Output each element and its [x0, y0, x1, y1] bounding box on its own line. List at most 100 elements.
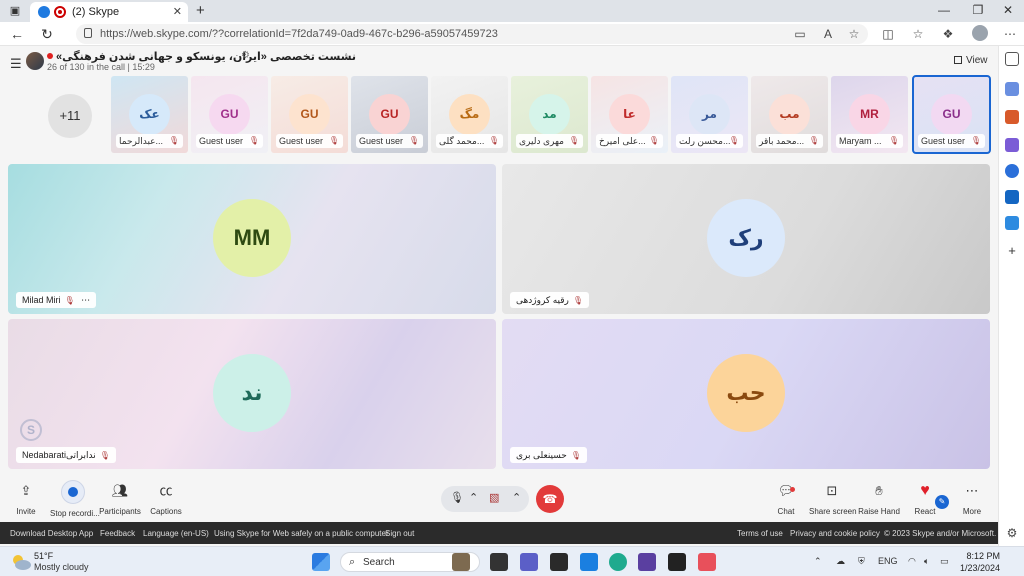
- mic-muted-icon: 🎙︎: [970, 136, 981, 145]
- mic-muted-icon: 🎙︎: [99, 451, 110, 460]
- participant-thumbnail[interactable]: مب محمد باقر... 🎙︎: [751, 76, 828, 153]
- tray-chevron-icon[interactable]: ⌃: [814, 556, 822, 567]
- participant-thumbnail[interactable]: عک عبدالرحما... 🎙︎: [111, 76, 188, 153]
- tray-cloud-icon[interactable]: ☁: [836, 556, 845, 567]
- address-bar[interactable]: https://web.skype.com/??correlationId=7f…: [76, 24, 868, 44]
- snipping-icon[interactable]: [698, 553, 716, 571]
- camera-off-icon[interactable]: ▧: [489, 491, 499, 504]
- task-view-icon[interactable]: [490, 553, 508, 571]
- more-label: More: [962, 507, 982, 516]
- participant-thumbnail[interactable]: مر محسن رلت... 🎙︎: [671, 76, 748, 153]
- share-screen-button[interactable]: ⊡ Share screen: [809, 480, 857, 516]
- battery-icon[interactable]: ▭: [940, 556, 949, 567]
- participant-name: Guest user: [921, 136, 966, 146]
- participant-thumbnail[interactable]: GU Guest user 🎙︎: [271, 76, 348, 153]
- camera-options-chevron-icon[interactable]: ⌃: [512, 491, 521, 504]
- close-tab-icon[interactable]: ✕: [173, 5, 182, 18]
- participant-name: مهری دلیری: [519, 136, 564, 146]
- group-avatar[interactable]: [26, 52, 44, 70]
- invite-button[interactable]: ⇪ Invite: [3, 480, 49, 516]
- search-icon[interactable]: [1005, 52, 1019, 66]
- terms-link[interactable]: Terms of use: [737, 529, 783, 538]
- camera-indicator-icon[interactable]: ▭: [792, 26, 808, 42]
- participant-thumbnail[interactable]: مد مهری دلیری 🎙︎: [511, 76, 588, 153]
- new-tab-button[interactable]: +: [196, 2, 205, 19]
- privacy-link[interactable]: Privacy and cookie policy: [790, 529, 880, 538]
- tools-icon[interactable]: [1005, 110, 1019, 124]
- participant-thumbnail[interactable]: GU Guest user 🎙︎: [912, 75, 991, 154]
- sign-out-link[interactable]: Sign out: [385, 529, 414, 538]
- taskbar-clock[interactable]: 8:12 PM 1/23/2024: [960, 551, 1000, 573]
- volume-icon[interactable]: 🔈︎: [924, 556, 929, 567]
- captions-button[interactable]: ㏄ Captions: [143, 480, 189, 516]
- shopping-tag-icon[interactable]: [1005, 82, 1019, 96]
- video-tile[interactable]: رک رقیه کروژدهی 🎙︎: [502, 164, 990, 314]
- tile-options-icon[interactable]: ⋯: [79, 295, 90, 305]
- wifi-icon[interactable]: ◠: [908, 556, 916, 567]
- raise-hand-button[interactable]: ✋︎ Raise Hand: [856, 480, 902, 516]
- more-participants-button[interactable]: +11: [48, 94, 92, 138]
- view-button[interactable]: View: [954, 55, 988, 66]
- mic-muted-icon[interactable]: 🎙︎: [450, 491, 464, 504]
- edge-icon[interactable]: [609, 553, 627, 571]
- participant-avatar: GU: [931, 94, 972, 135]
- feedback-link[interactable]: Feedback: [100, 529, 135, 538]
- sidebar-settings-icon[interactable]: ⚙: [1005, 526, 1019, 540]
- language-link[interactable]: Language (en-US): [143, 529, 209, 538]
- participant-thumbnail[interactable]: MR Maryam ... 🎙︎: [831, 76, 908, 153]
- profile-avatar[interactable]: [972, 25, 988, 41]
- chat-button[interactable]: 💬︎ Chat: [763, 480, 809, 516]
- tab-skype[interactable]: (2) Skype ✕: [30, 2, 188, 22]
- favorite-star-icon[interactable]: ☆: [846, 26, 862, 42]
- participant-thumbnail[interactable]: GU Guest user 🎙︎: [351, 76, 428, 153]
- participant-name: محسن رلت...: [679, 136, 731, 146]
- back-button[interactable]: ←: [8, 26, 26, 42]
- drop-icon[interactable]: [1005, 216, 1019, 230]
- close-window-button[interactable]: ✕: [994, 3, 1022, 17]
- participant-thumbnail[interactable]: مگ محمد گلی... 🎙︎: [431, 76, 508, 153]
- language-indicator[interactable]: ENG: [878, 556, 898, 566]
- outlook-icon[interactable]: [1005, 190, 1019, 204]
- favorites-icon[interactable]: ☆: [910, 26, 926, 42]
- participant-thumbnail[interactable]: عا علی امیرخ... 🎙︎: [591, 76, 668, 153]
- games-icon[interactable]: [1005, 138, 1019, 152]
- skype-watermark-icon: S: [20, 419, 42, 441]
- video-tile[interactable]: MM Milad Miri 🎙︎ ⋯: [8, 164, 496, 314]
- maximize-button[interactable]: ❐: [964, 3, 992, 17]
- stop-recording-label: Stop recordi...: [50, 509, 100, 518]
- settings-app-icon[interactable]: [668, 553, 686, 571]
- app-icon[interactable]: [638, 553, 656, 571]
- refresh-button[interactable]: ↻: [38, 26, 56, 42]
- tray-security-icon[interactable]: ⛨: [858, 556, 865, 567]
- participants-button[interactable]: 👥︎ Participants: [97, 480, 143, 516]
- split-screen-icon[interactable]: ◫: [880, 26, 896, 42]
- more-button[interactable]: ⋯ More: [949, 480, 995, 516]
- participant-avatar: عا: [609, 94, 650, 135]
- tab-actions-icon[interactable]: ▣: [6, 3, 24, 19]
- read-aloud-icon[interactable]: A: [820, 26, 836, 42]
- cloudy-weather-icon[interactable]: [10, 551, 32, 573]
- copilot-icon[interactable]: [1005, 164, 1019, 178]
- gear-icon[interactable]: ⚙: [241, 50, 250, 61]
- photos-icon[interactable]: [580, 553, 598, 571]
- video-tile[interactable]: ند S Nedabaratiندابراتی 🎙︎: [8, 319, 496, 469]
- store-icon[interactable]: [550, 553, 568, 571]
- participant-name: Guest user: [359, 136, 404, 146]
- teams-icon[interactable]: [520, 553, 538, 571]
- minimize-button[interactable]: —: [930, 3, 958, 17]
- pen-icon[interactable]: ✎: [935, 495, 949, 509]
- extensions-icon[interactable]: ❖: [940, 26, 956, 42]
- download-app-link[interactable]: Download Desktop App: [10, 529, 93, 538]
- menu-icon[interactable]: ☰: [10, 56, 22, 72]
- hang-up-button[interactable]: ☎: [536, 485, 564, 513]
- video-tile[interactable]: حب حسینعلی بری 🎙︎: [502, 319, 990, 469]
- add-icon[interactable]: +: [1005, 244, 1019, 258]
- search-label: Search: [363, 557, 395, 568]
- public-computer-link[interactable]: Using Skype for Web safely on a public c…: [214, 529, 389, 538]
- mic-options-chevron-icon[interactable]: ⌃: [469, 491, 478, 504]
- stop-recording-button[interactable]: Stop recordi...: [50, 480, 100, 518]
- mic-muted-icon: 🎙︎: [64, 296, 75, 305]
- settings-more-icon[interactable]: ⋯: [1002, 26, 1018, 42]
- participant-thumbnail[interactable]: GU Guest user 🎙︎: [191, 76, 268, 153]
- windows-start-icon[interactable]: [312, 553, 330, 571]
